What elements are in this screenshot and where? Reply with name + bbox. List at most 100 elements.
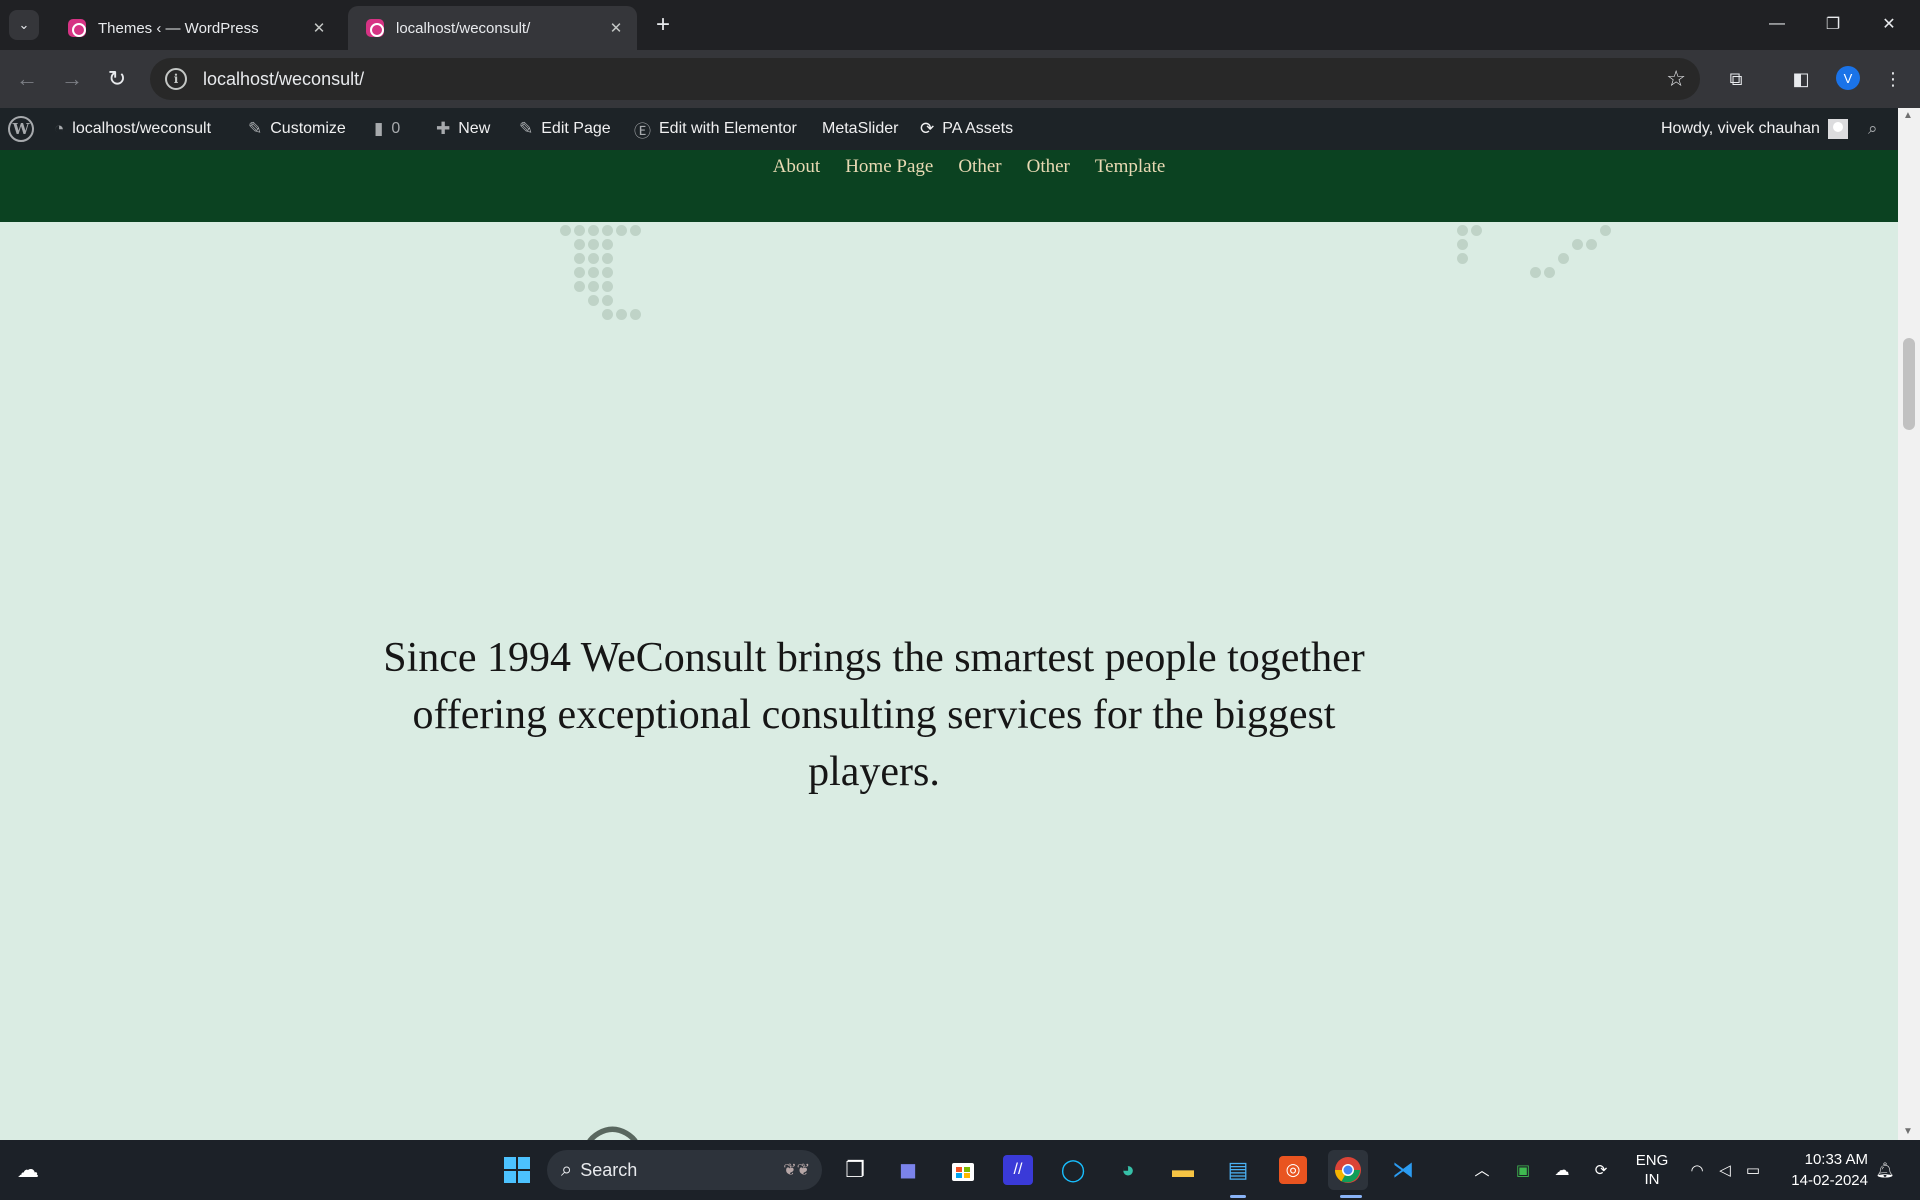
decorative-dot [1572,239,1583,250]
reload-button[interactable]: ↻ [102,64,132,94]
chrome-browser-icon[interactable] [1328,1150,1368,1190]
search-placeholder: Search [580,1159,638,1180]
decorative-dot [560,225,571,236]
microsoft-store-icon[interactable] [943,1150,983,1190]
customize-link[interactable]: ✎ Customize [248,108,346,150]
show-hidden-icons-chevron[interactable]: ︿ [1470,1140,1494,1200]
hero-tagline: Since 1994 WeConsult brings the smartest… [383,635,1365,795]
edge-browser-icon[interactable]: ◕ [1108,1150,1148,1190]
system-clock[interactable]: 10:33 AM 14-02-2024 [1776,1149,1868,1191]
wordpress-favicon-icon [68,19,86,37]
nav-link-template[interactable]: Template [1095,156,1165,178]
menu-icon[interactable]: ⋮ [1879,65,1907,93]
decorative-dot [1457,225,1468,236]
site-name-menu[interactable]: ◔ localhost/weconsult [54,108,211,150]
cortana-icon[interactable]: ◯ [1053,1150,1093,1190]
taskbar-search-box[interactable]: ⌕ Search ❦❦ [547,1150,822,1190]
task-view-icon[interactable]: ❐ [835,1150,875,1190]
howdy-label: Howdy, vivek chauhan [1661,120,1820,137]
file-explorer-icon[interactable]: ▬ [1163,1150,1203,1190]
decorative-dot [588,253,599,264]
comments-link[interactable]: ▮ 0 [374,108,400,150]
notification-bell-icon[interactable]: 🔔︎ [1872,1140,1898,1200]
user-account-menu[interactable]: Howdy, vivek chauhan [1661,108,1848,150]
pencil-icon: ✎ [519,119,534,138]
volume-icon[interactable]: ◁ [1712,1140,1738,1200]
wp-logo-menu[interactable]: W [8,108,34,150]
windows-taskbar: ☁ ⌕ Search ❦❦ ❐ ◼ // ◯ ◕ ▬ ▤ ◎ ⧕ ︿ ▣ ☁ ⟳… [0,1140,1920,1200]
scroll-down-arrow[interactable]: ▼ [1903,1126,1913,1137]
clock-date: 14-02-2024 [1791,1172,1868,1189]
edit-page-link[interactable]: ✎ Edit Page [519,108,611,150]
weather-widget-icon[interactable]: ☁ [8,1150,48,1190]
close-tab-icon[interactable]: ✕ [603,15,629,41]
nav-link-other-2[interactable]: Other [1027,156,1070,178]
nav-link-about[interactable]: About [773,156,821,178]
pa-assets-link[interactable]: ⟳ PA Assets [920,108,1013,150]
decorative-dot [602,253,613,264]
active-indicator [1340,1195,1362,1198]
forward-button[interactable]: → [57,64,87,94]
close-window-button[interactable]: ✕ [1862,6,1916,42]
app-launcher-icon[interactable]: // [998,1150,1038,1190]
sync-status-icon[interactable]: ⟳ [1588,1140,1614,1200]
decorative-dot [602,239,613,250]
battery-icon[interactable]: ▭ [1740,1140,1766,1200]
side-panel-icon[interactable]: ◧ [1787,65,1815,93]
tab-themes-wordpress[interactable]: Themes ‹ — WordPress ✕ [50,6,340,50]
metaslider-link[interactable]: MetaSlider [822,108,898,150]
close-tab-icon[interactable]: ✕ [306,15,332,41]
tab-title: Themes ‹ — WordPress [98,19,259,37]
wp-admin-bar: W ◔ localhost/weconsult ✎ Customize ▮ 0 … [0,108,1920,150]
vscode-icon[interactable]: ⧕ [1383,1150,1423,1190]
decorative-dot [588,267,599,278]
comments-count: 0 [391,120,401,137]
new-content-menu[interactable]: ✚ New [436,108,490,150]
language-indicator[interactable]: ENG IN [1630,1140,1674,1200]
edit-with-elementor-link[interactable]: Ⓔ Edit with Elementor [634,108,797,150]
bookmark-star-icon[interactable]: ☆ [1666,66,1686,92]
notepad-icon[interactable]: ▤ [1218,1150,1258,1190]
decorative-dot [1457,239,1468,250]
decorative-dot [574,253,585,264]
dashboard-icon: ◔ [54,119,65,138]
decorative-dot [602,309,613,320]
nav-link-other[interactable]: Other [958,156,1001,178]
extensions-icon[interactable]: ⧉ [1722,65,1750,93]
tab-weconsult[interactable]: localhost/weconsult/ ✕ [348,6,637,50]
metaslider-label: MetaSlider [822,120,899,137]
elementor-label: Edit with Elementor [659,120,797,137]
running-indicator [1230,1195,1246,1198]
profile-avatar[interactable]: V [1836,66,1860,90]
scroll-thumb[interactable] [1903,338,1915,430]
tab-search-button[interactable]: ⌄ [9,10,39,40]
user-avatar-icon [1827,119,1848,139]
decorative-dot [602,267,613,278]
wifi-icon[interactable]: ◠ [1684,1140,1710,1200]
site-info-icon[interactable]: i [165,68,187,90]
onedrive-cloud-icon[interactable]: ☁ [1548,1140,1576,1200]
decorative-dot [630,225,641,236]
minimize-window-button[interactable]: — [1750,6,1804,42]
tray-app-icon[interactable]: ▣ [1510,1140,1536,1200]
restore-window-button[interactable]: ❐ [1806,6,1860,42]
admin-search-button[interactable]: ⌕ [1868,108,1886,150]
scroll-up-arrow[interactable]: ▲ [1903,110,1913,121]
decorative-dot [616,309,627,320]
nav-link-home-page[interactable]: Home Page [845,156,933,178]
decorative-dot [602,281,613,292]
decorative-dot [574,239,585,250]
address-bar[interactable]: i localhost/weconsult/ ☆ [150,58,1700,100]
back-button[interactable]: ← [12,64,42,94]
url-text[interactable]: localhost/weconsult/ [203,69,1666,90]
search-highlight-icon: ❦❦ [783,1162,810,1179]
chrome-logo-icon [1335,1157,1361,1183]
stats-section-peek: ●●● [325,1118,434,1140]
start-button[interactable] [497,1150,537,1190]
ubuntu-icon[interactable]: ◎ [1273,1150,1313,1190]
new-tab-button[interactable]: + [648,10,678,40]
page-scrollbar[interactable]: ▲ ▼ [1898,108,1920,1140]
teams-chat-icon[interactable]: ◼ [888,1150,928,1190]
decorative-dot [602,225,613,236]
decorative-dot [1530,267,1541,278]
